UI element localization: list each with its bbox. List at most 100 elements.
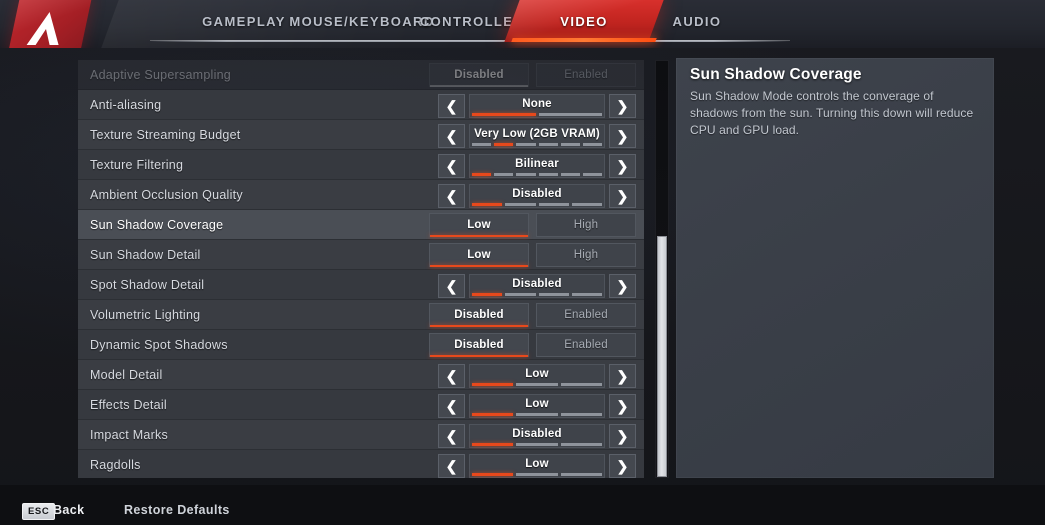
setting-row-texture-filtering[interactable]: Texture Filtering ❮ Bilinear ❯ bbox=[78, 150, 644, 180]
top-navigation-bar: GAMEPLAY MOUSE/KEYBOARD CONTROLLER VIDEO AUD… bbox=[0, 0, 1045, 48]
toggle-option-enabled[interactable]: Enabled bbox=[536, 303, 636, 327]
toggle-option-low[interactable]: Low bbox=[429, 213, 529, 237]
chevron-left-icon[interactable]: ❮ bbox=[438, 453, 465, 478]
setting-row-effects-detail[interactable]: Effects Detail ❮ Low ❯ bbox=[78, 390, 644, 420]
chevron-right-icon[interactable]: ❯ bbox=[609, 453, 636, 478]
setting-stepper: ❮ Bilinear ❯ bbox=[438, 153, 636, 178]
level-segment bbox=[538, 112, 602, 116]
chevron-left-icon[interactable]: ❮ bbox=[438, 393, 465, 418]
setting-value: Disabled bbox=[512, 188, 562, 200]
setting-level-indicator bbox=[472, 412, 602, 416]
setting-row-ambient-occlusion-quality[interactable]: Ambient Occlusion Quality ❮ Disabled ❯ bbox=[78, 180, 644, 210]
setting-value-box[interactable]: Disabled bbox=[469, 423, 605, 448]
setting-value-box[interactable]: Very Low (2GB VRAM) bbox=[469, 123, 605, 148]
toggle-option-disabled[interactable]: Disabled bbox=[429, 63, 529, 87]
setting-toggle: Low High bbox=[429, 213, 636, 238]
setting-row-dynamic-spot-shadows[interactable]: Dynamic Spot Shadows Disabled Enabled bbox=[78, 330, 644, 360]
level-segment bbox=[516, 472, 558, 476]
level-segment bbox=[582, 172, 603, 176]
level-segment bbox=[560, 472, 602, 476]
level-segment bbox=[560, 172, 580, 176]
setting-level-indicator bbox=[472, 112, 602, 116]
chevron-left-icon[interactable]: ❮ bbox=[438, 363, 465, 388]
tab-mouse-keyboard[interactable]: MOUSE/KEYBOARD bbox=[289, 0, 433, 42]
setting-value-box[interactable]: Low bbox=[469, 363, 605, 388]
level-segment bbox=[560, 412, 602, 416]
restore-defaults-button[interactable]: Restore Defaults bbox=[124, 503, 230, 517]
toggle-option-enabled[interactable]: Enabled bbox=[536, 63, 636, 87]
setting-value: Low bbox=[525, 368, 549, 380]
setting-label: Spot Shadow Detail bbox=[90, 277, 205, 292]
level-segment bbox=[472, 472, 514, 476]
level-segment bbox=[516, 142, 536, 146]
setting-level-indicator bbox=[472, 172, 603, 176]
level-segment bbox=[494, 172, 514, 176]
tab-video[interactable]: VIDEO bbox=[536, 0, 632, 42]
setting-row-volumetric-lighting[interactable]: Volumetric Lighting Disabled Enabled bbox=[78, 300, 644, 330]
chevron-right-icon[interactable]: ❯ bbox=[609, 273, 636, 298]
setting-label: Impact Marks bbox=[90, 427, 169, 442]
setting-row-ragdolls[interactable]: Ragdolls ❮ Low ❯ bbox=[78, 450, 644, 478]
esc-key-badge: ESC bbox=[22, 503, 56, 520]
setting-label: Volumetric Lighting bbox=[90, 307, 201, 322]
settings-scrollbar-thumb[interactable] bbox=[657, 235, 667, 477]
setting-value-box[interactable]: Low bbox=[469, 393, 605, 418]
setting-toggle: Disabled Enabled bbox=[429, 333, 636, 358]
settings-scrollbar-track[interactable] bbox=[655, 60, 669, 478]
chevron-right-icon[interactable]: ❯ bbox=[609, 363, 636, 388]
setting-value-box[interactable]: None bbox=[469, 93, 605, 118]
settings-list: Adaptive Supersampling Disabled Enabled Ant… bbox=[78, 60, 644, 478]
chevron-left-icon[interactable]: ❮ bbox=[438, 273, 465, 298]
setting-value-box[interactable]: Disabled bbox=[469, 273, 605, 298]
toggle-option-disabled[interactable]: Disabled bbox=[429, 303, 529, 327]
setting-row-anti-aliasing[interactable]: Anti-aliasing ❮ None ❯ bbox=[78, 90, 644, 120]
setting-stepper: ❮ Low ❯ bbox=[438, 363, 636, 388]
level-segment bbox=[472, 172, 492, 176]
level-segment bbox=[472, 412, 514, 416]
setting-row-model-detail[interactable]: Model Detail ❮ Low ❯ bbox=[78, 360, 644, 390]
toggle-option-high[interactable]: High bbox=[536, 213, 636, 237]
toggle-option-disabled[interactable]: Disabled bbox=[429, 333, 529, 357]
description-body: Sun Shadow Mode controls the converage o… bbox=[690, 89, 974, 137]
setting-value: Low bbox=[525, 398, 549, 410]
setting-row-sun-shadow-coverage[interactable]: Sun Shadow Coverage Low High bbox=[78, 210, 644, 240]
chevron-left-icon[interactable]: ❮ bbox=[438, 93, 465, 118]
chevron-right-icon[interactable]: ❯ bbox=[609, 393, 636, 418]
setting-level-indicator bbox=[472, 292, 602, 296]
toggle-option-high[interactable]: High bbox=[536, 243, 636, 267]
setting-row-texture-streaming-budget[interactable]: Texture Streaming Budget ❮ Very Low (2GB V… bbox=[78, 120, 644, 150]
setting-level-indicator bbox=[472, 202, 602, 206]
chevron-right-icon[interactable]: ❯ bbox=[609, 183, 636, 208]
level-segment bbox=[571, 292, 602, 296]
tab-gameplay[interactable]: GAMEPLAY bbox=[196, 0, 292, 42]
setting-level-indicator bbox=[472, 472, 602, 476]
setting-value-box[interactable]: Bilinear bbox=[469, 153, 605, 178]
level-segment bbox=[494, 142, 514, 146]
setting-label: Texture Streaming Budget bbox=[90, 127, 241, 142]
chevron-right-icon[interactable]: ❯ bbox=[609, 93, 636, 118]
toggle-option-low[interactable]: Low bbox=[429, 243, 529, 267]
tab-audio[interactable]: AUDIO bbox=[650, 0, 744, 42]
chevron-right-icon[interactable]: ❯ bbox=[609, 423, 636, 448]
chevron-left-icon[interactable]: ❮ bbox=[438, 423, 465, 448]
toggle-option-enabled[interactable]: Enabled bbox=[536, 333, 636, 357]
setting-value: None bbox=[522, 98, 552, 110]
chevron-left-icon[interactable]: ❮ bbox=[438, 183, 465, 208]
setting-row-adaptive-supersampling[interactable]: Adaptive Supersampling Disabled Enabled bbox=[78, 60, 644, 90]
chevron-right-icon[interactable]: ❯ bbox=[609, 153, 636, 178]
level-segment bbox=[472, 202, 503, 206]
setting-row-spot-shadow-detail[interactable]: Spot Shadow Detail ❮ Disabled ❯ bbox=[78, 270, 644, 300]
level-segment bbox=[571, 202, 602, 206]
setting-value-box[interactable]: Disabled bbox=[469, 183, 605, 208]
level-segment bbox=[560, 442, 602, 446]
chevron-left-icon[interactable]: ❮ bbox=[438, 123, 465, 148]
setting-row-impact-marks[interactable]: Impact Marks ❮ Disabled ❯ bbox=[78, 420, 644, 450]
level-segment bbox=[560, 142, 580, 146]
setting-row-sun-shadow-detail[interactable]: Sun Shadow Detail Low High bbox=[78, 240, 644, 270]
setting-value-box[interactable]: Low bbox=[469, 453, 605, 478]
setting-level-indicator bbox=[472, 142, 603, 146]
back-button[interactable]: Back bbox=[53, 503, 84, 517]
chevron-right-icon[interactable]: ❯ bbox=[609, 123, 636, 148]
chevron-left-icon[interactable]: ❮ bbox=[438, 153, 465, 178]
level-segment bbox=[538, 292, 569, 296]
